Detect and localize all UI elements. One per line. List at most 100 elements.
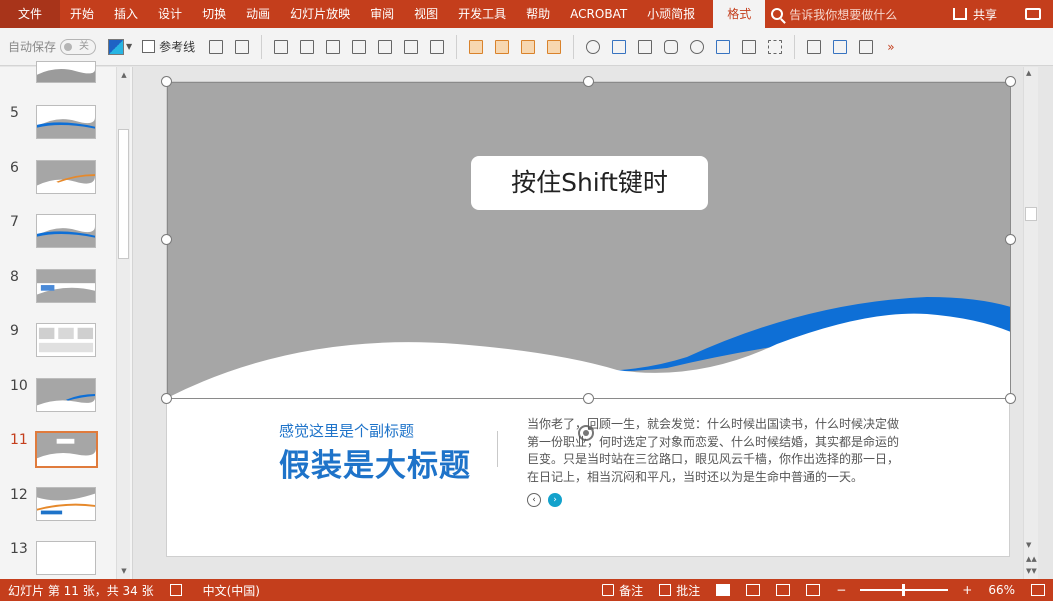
tab-file[interactable]: 文件: [0, 0, 61, 28]
autosave-toggle[interactable]: 关: [60, 38, 97, 55]
scroll-down-icon[interactable]: ▼: [118, 565, 130, 577]
slide-thumbnail-row[interactable]: 5: [0, 105, 116, 155]
tab-review[interactable]: 审阅: [360, 0, 404, 28]
current-slide[interactable]: 按住Shift键时 感觉这里是个副标题 假装是大标题 当你老了，回顾一生，就会发…: [161, 76, 1016, 557]
crop-icon[interactable]: [807, 39, 822, 54]
fit-slide-icon[interactable]: [1031, 584, 1045, 596]
slide-thumbnail-row[interactable]: 11: [0, 431, 116, 482]
slide-thumbnail-row[interactable]: 7: [0, 214, 116, 264]
slide-title[interactable]: 假装是大标题: [279, 440, 471, 485]
tab-insert[interactable]: 插入: [104, 0, 148, 28]
align-left-icon[interactable]: [326, 39, 341, 54]
next-slide-icon[interactable]: ▼▼: [1026, 567, 1037, 575]
accessibility-icon[interactable]: [162, 584, 195, 596]
tab-slideshow[interactable]: 幻灯片放映: [280, 0, 360, 28]
tab-transitions[interactable]: 切换: [192, 0, 236, 28]
slide-thumbnail[interactable]: [36, 541, 96, 575]
scroll-up-icon[interactable]: ▲: [1026, 69, 1031, 77]
slide-thumbnail[interactable]: [36, 268, 96, 303]
slide-thumbnail-row[interactable]: 12: [0, 486, 116, 537]
align-right-icon[interactable]: [352, 39, 367, 54]
send-backward-icon[interactable]: [495, 39, 510, 54]
zoom-slider[interactable]: [860, 584, 949, 596]
slide-thumbnail-row[interactable]: 10: [0, 377, 116, 428]
slide-thumbnail[interactable]: [36, 214, 96, 248]
picture-icon[interactable]: [833, 39, 848, 54]
comments-button[interactable]: 批注: [651, 582, 708, 599]
tab-xiaowan[interactable]: 小顽简报: [637, 0, 705, 28]
guides-checkbox[interactable]: [142, 40, 156, 53]
tab-design[interactable]: 设计: [148, 0, 192, 28]
selection-pane-icon[interactable]: [209, 39, 224, 54]
zoom-in-button[interactable]: +: [954, 583, 980, 597]
normal-view-icon[interactable]: [716, 584, 731, 596]
resize-handle[interactable]: [583, 393, 594, 404]
comment-icon[interactable]: [1025, 8, 1041, 20]
resize-handle[interactable]: [161, 393, 172, 404]
tab-developer[interactable]: 开发工具: [448, 0, 516, 28]
slide-thumbnail-row[interactable]: 9: [0, 323, 116, 373]
slideshow-icon[interactable]: [806, 584, 821, 596]
resize-handle[interactable]: [583, 76, 594, 87]
scroll-up-icon[interactable]: ▲: [118, 69, 130, 81]
theme-color-icon[interactable]: [108, 38, 125, 55]
slide-thumbnail[interactable]: [36, 323, 96, 357]
merge-shapes-icon[interactable]: [586, 39, 601, 54]
thumbnail-scrollbar[interactable]: ▲ ▼: [116, 67, 130, 579]
resize-handle[interactable]: [161, 76, 172, 87]
chevron-down-icon[interactable]: ▼: [126, 42, 132, 51]
edit-shape-icon[interactable]: [612, 39, 627, 54]
group-icon[interactable]: [521, 39, 536, 54]
slide-thumbnail[interactable]: [36, 105, 96, 139]
slide-thumbnail[interactable]: [36, 61, 96, 83]
shape-outline-icon[interactable]: [742, 39, 757, 54]
resize-handle[interactable]: [1005, 234, 1016, 245]
distribute-icon[interactable]: [430, 39, 445, 54]
prev-slide-icon[interactable]: ▲▲: [1026, 555, 1037, 563]
resize-handle[interactable]: [1005, 393, 1016, 404]
align-bottom-icon[interactable]: [274, 39, 289, 54]
slide-thumbnail[interactable]: [35, 431, 98, 468]
editor-scrollbar[interactable]: ▲ ▼ ▲▲ ▼▼: [1023, 67, 1038, 579]
ellipse-icon[interactable]: [690, 39, 705, 54]
scroll-thumb[interactable]: [1025, 207, 1037, 221]
tell-me-box[interactable]: 告诉我你想要做什么: [771, 6, 897, 23]
bring-forward-icon[interactable]: [469, 39, 484, 54]
align-top-icon[interactable]: [300, 39, 315, 54]
notes-button[interactable]: 备注: [594, 582, 651, 599]
tab-animations[interactable]: 动画: [236, 0, 280, 28]
slide-sorter-icon[interactable]: [746, 584, 761, 596]
callout-label[interactable]: 按住Shift键时: [471, 156, 708, 210]
thumbnail-partial[interactable]: [0, 61, 116, 111]
align-center-icon[interactable]: [378, 39, 393, 54]
picture-grid-icon[interactable]: [859, 39, 874, 54]
scroll-thumb[interactable]: [118, 129, 129, 259]
tab-format[interactable]: 格式: [713, 0, 766, 28]
slide-subtitle[interactable]: 感觉这里是个副标题: [279, 420, 414, 441]
shape-fill-icon[interactable]: [716, 39, 731, 54]
share-button[interactable]: 共享: [952, 6, 1007, 23]
tab-view[interactable]: 视图: [404, 0, 448, 28]
align-middle-icon[interactable]: [404, 39, 419, 54]
resize-handle[interactable]: [1005, 76, 1016, 87]
delete-icon[interactable]: [235, 39, 250, 54]
slide-thumbnail-row[interactable]: 8: [0, 268, 116, 319]
language-indicator[interactable]: 中文(中国): [195, 582, 268, 599]
zoom-knob[interactable]: [902, 584, 906, 596]
more-tools-icon[interactable]: »: [887, 40, 894, 54]
reading-view-icon[interactable]: [776, 584, 791, 596]
tab-help[interactable]: 帮助: [516, 0, 560, 28]
next-arrow-icon[interactable]: ›: [548, 493, 562, 507]
format-painter-icon[interactable]: [768, 39, 783, 54]
rectangle-icon[interactable]: [638, 39, 653, 54]
slide-thumbnail[interactable]: [36, 377, 96, 412]
ungroup-icon[interactable]: [547, 39, 562, 54]
tab-home[interactable]: 开始: [60, 0, 104, 28]
rounded-rectangle-icon[interactable]: [664, 39, 679, 54]
zoom-level[interactable]: 66%: [980, 583, 1023, 597]
slide-paragraph[interactable]: 当你老了，回顾一生，就会发觉：什么时候出国读书，什么时候决定做 第一份职业，何时…: [527, 416, 927, 486]
resize-handle[interactable]: [161, 234, 172, 245]
slide-thumbnail[interactable]: [36, 159, 96, 194]
slide-thumbnail[interactable]: [36, 486, 96, 521]
zoom-out-button[interactable]: −: [828, 583, 854, 597]
